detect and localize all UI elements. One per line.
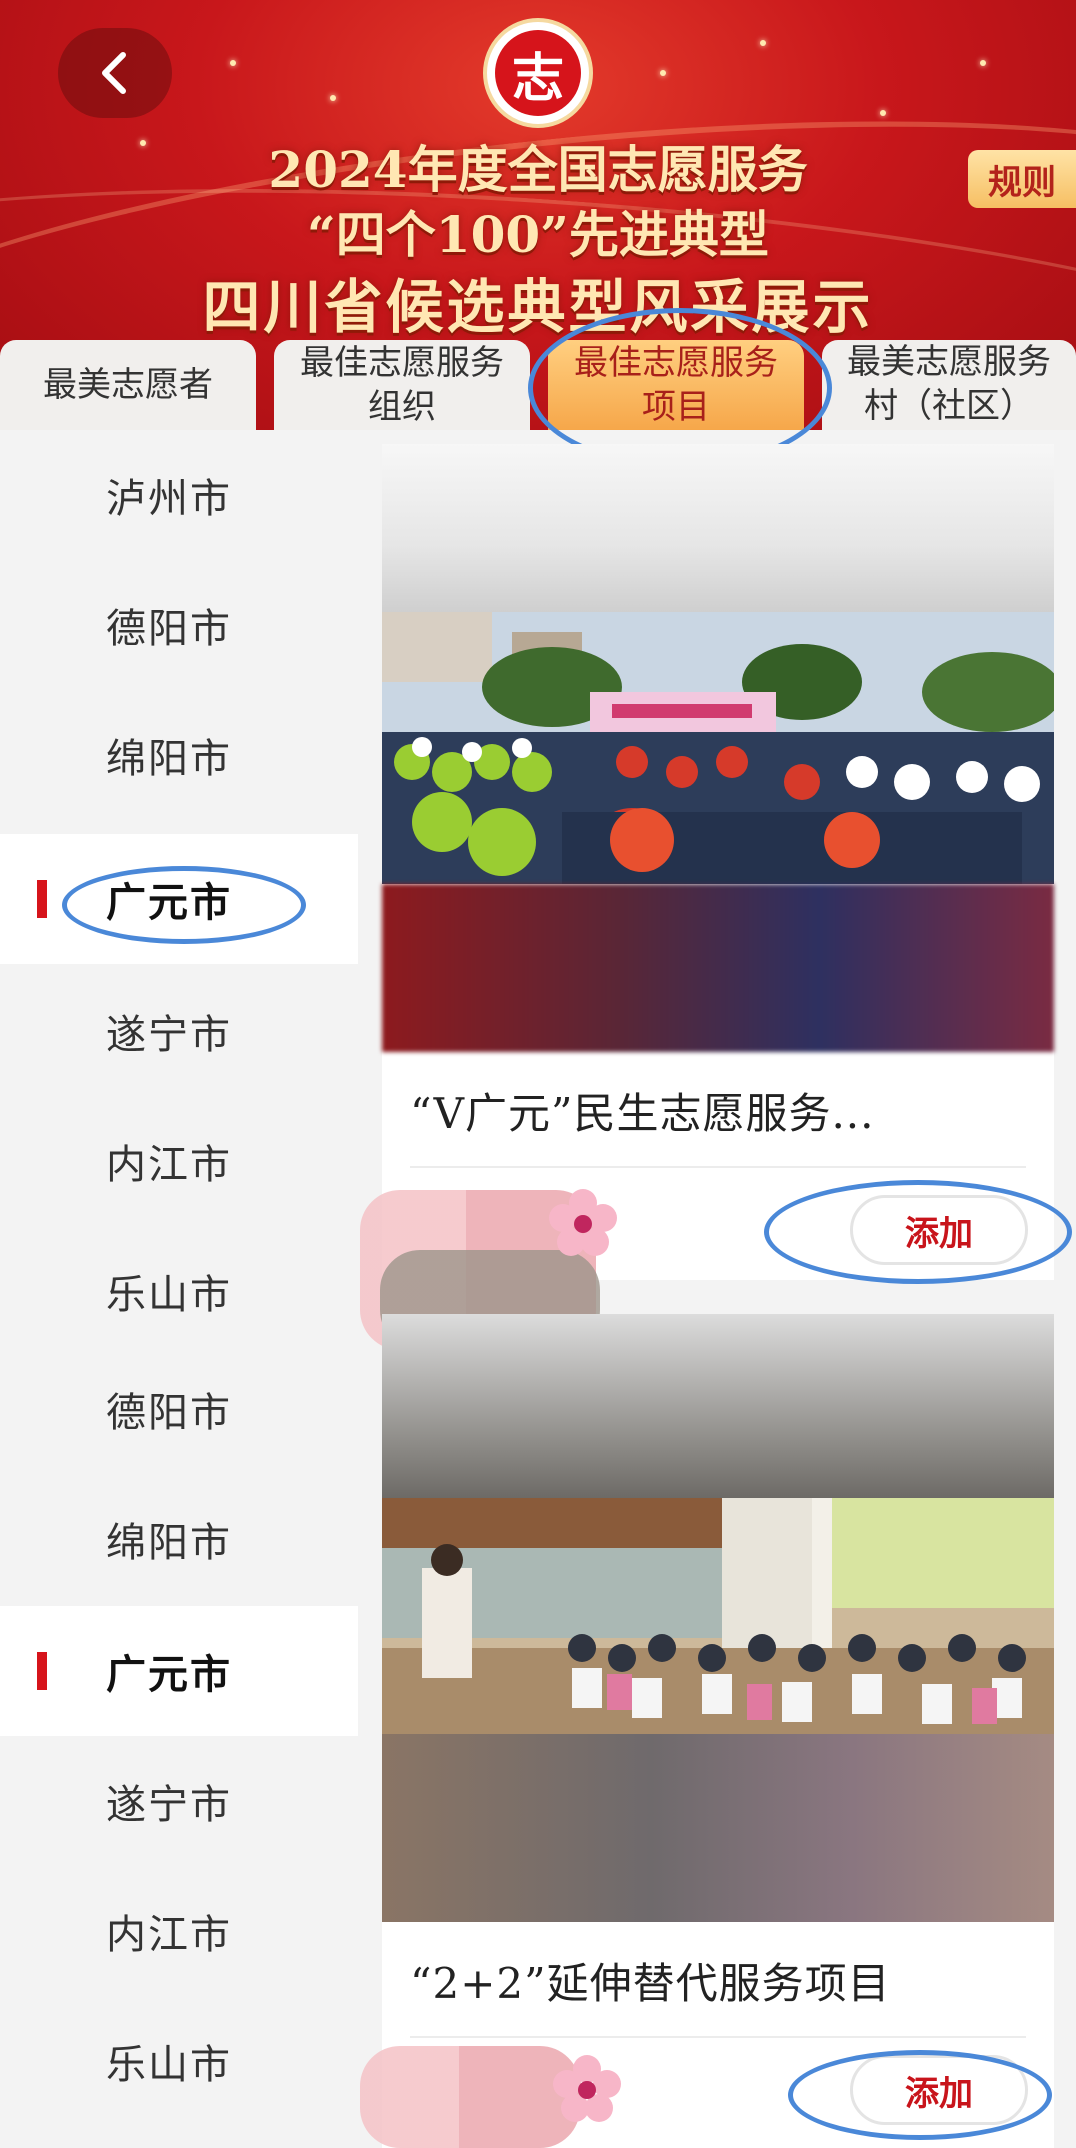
sidebar-item-label: 内江市 [106,1912,232,1958]
sidebar-item-label: 绵阳市 [106,736,232,782]
sparkle [230,60,236,66]
project-card[interactable]: “V广元”民生志愿服务... 添加 [382,444,1054,1280]
add-button[interactable]: 添加 [850,2055,1028,2125]
tab-best-organization[interactable]: 最佳志愿服务组织 [274,340,530,430]
photo-blur-top [382,444,1054,612]
sidebar-item-suining[interactable]: 遂宁市 [0,966,358,1096]
photo-image [382,612,1054,884]
project-title: “2+2”延伸替代服务项目 [410,1959,891,2008]
sidebar-item-label: 泸州市 [106,476,232,522]
outdoor-ceremony-photo [382,612,1054,884]
sidebar-item-label: 广元市 [106,1651,232,1698]
blurred-avatar [360,2046,580,2148]
tab-best-project[interactable]: 最佳志愿服务项目 [548,340,804,430]
banner-title-line-3: 四川省候选典型风采展示 [202,273,874,341]
sidebar-item-neijiang[interactable]: 内江市 [0,1096,358,1226]
sidebar-item-mianyang[interactable]: 绵阳市 [0,690,358,820]
sidebar-item-leshan[interactable]: 乐山市 [0,1226,358,1356]
tab-label: 最佳志愿服务组织 [300,343,504,427]
add-button[interactable]: 添加 [850,1195,1028,1265]
sidebar-item-neijiang[interactable]: 内江市 [0,1866,358,1996]
tab-best-volunteer[interactable]: 最美志愿者 [0,340,256,430]
sidebar-item-luzhou[interactable]: 泸州市 [0,430,358,560]
tab-label: 最美志愿服务村（社区） [847,342,1051,426]
city-sidebar: 泸州市 德阳市 绵阳市 广元市 遂宁市 内江市 乐山市 德阳市 绵阳市 广元市 … [0,430,358,2148]
back-button[interactable] [58,28,172,118]
active-indicator [37,880,47,918]
divider [410,2036,1026,2038]
divider [410,1166,1026,1168]
sidebar-item-leshan[interactable]: 乐山市 [0,1996,358,2126]
chevron-left-icon [102,52,126,94]
tab-best-village[interactable]: 最美志愿服务村（社区） [822,340,1076,430]
flower-icon [549,1189,617,1256]
sparkle [880,110,886,116]
sidebar-item-label: 遂宁市 [106,1782,232,1828]
flower-icon [553,2055,621,2122]
sidebar-item-guangyuan[interactable]: 广元市 [0,1606,358,1736]
banner-title-line-1: 2024年度全国志愿服务 [268,140,808,199]
sparkle [660,70,666,76]
sparkle [760,40,766,46]
active-indicator [37,1652,47,1690]
photo-blur-bottom [382,884,1054,1052]
photo-image [382,1498,1054,1734]
sidebar-item-label: 遂宁市 [106,1012,232,1058]
volunteer-logo: 志 [483,18,593,128]
sidebar-item-label: 内江市 [106,1142,232,1188]
sidebar-item-suining[interactable]: 遂宁市 [0,1736,358,1866]
photo-blur-bottom [382,1734,1054,1922]
sparkle [980,60,986,66]
tab-label: 最美志愿者 [43,365,213,405]
sidebar-item-label: 广元市 [106,879,232,926]
sidebar-item-label: 乐山市 [106,1272,232,1318]
sidebar-item-label: 乐山市 [106,2042,232,2088]
classroom-photo [382,1498,1054,1734]
logo-mark: 志 [495,30,581,116]
sidebar-item-deyang[interactable]: 德阳市 [0,1344,358,1474]
sidebar-item-label: 绵阳市 [106,1520,232,1566]
tab-label: 最佳志愿服务项目 [574,343,778,427]
rules-button[interactable]: 规则 [968,150,1076,208]
banner-title-line-2: “四个100”先进典型 [307,205,769,264]
category-tabs: 最美志愿者 最佳志愿服务组织 最佳志愿服务项目 最美志愿服务村（社区） [0,340,1076,430]
sidebar-item-deyang[interactable]: 德阳市 [0,560,358,690]
sidebar-item-guangyuan[interactable]: 广元市 [0,834,358,964]
sparkle [330,95,336,101]
project-card[interactable]: “2+2”延伸替代服务项目 添加 [382,1314,1054,2148]
sidebar-item-label: 德阳市 [106,1390,232,1436]
photo-blur-top [382,1314,1054,1498]
sidebar-item-label: 德阳市 [106,606,232,652]
sidebar-item-mianyang[interactable]: 绵阳市 [0,1474,358,1604]
project-title: “V广元”民生志愿服务... [410,1089,875,1138]
